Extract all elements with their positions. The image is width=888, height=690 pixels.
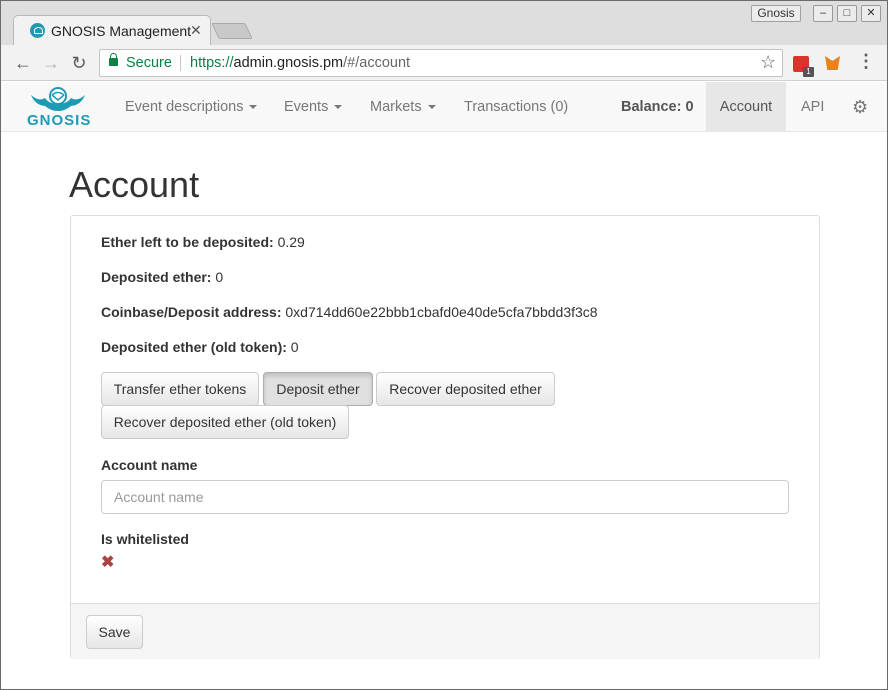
secure-label: Secure xyxy=(126,55,172,71)
url-divider xyxy=(180,55,181,71)
transfer-ether-tokens-button[interactable]: Transfer ether tokens xyxy=(101,372,259,406)
nav-label: Event descriptions xyxy=(125,99,244,115)
is-whitelisted-label: Is whitelisted xyxy=(101,531,189,547)
top-navbar: GNOSIS Event descriptions Events Markets… xyxy=(1,82,887,132)
lock-icon xyxy=(109,53,118,66)
nav-event-descriptions[interactable]: Event descriptions xyxy=(125,82,258,132)
field-label: Deposited ether (old token): xyxy=(101,339,287,355)
account-name-input[interactable] xyxy=(101,480,789,514)
caret-down-icon xyxy=(427,105,436,110)
page-title: Account xyxy=(69,164,200,205)
page-content: GNOSIS Event descriptions Events Markets… xyxy=(1,82,887,689)
tab-title: GNOSIS Management xyxy=(51,23,192,39)
nav-events[interactable]: Events xyxy=(284,82,343,132)
nav-transactions[interactable]: Transactions (0) xyxy=(464,82,568,132)
field-label: Deposited ether: xyxy=(101,269,212,285)
field-value: 0xd714dd60e22bbb1cbafd0e40de5cfa7bbdd3f3… xyxy=(285,304,598,320)
url-path: /#/account xyxy=(343,55,411,71)
address-bar[interactable]: Secure https://admin.gnosis.pm/#/account… xyxy=(99,49,783,77)
ether-left-row: Ether left to be deposited: 0.29 xyxy=(101,234,305,250)
deposited-ether-row: Deposited ether: 0 xyxy=(101,269,223,285)
field-value: 0 xyxy=(215,269,224,285)
deposit-ether-button[interactable]: Deposit ether xyxy=(263,372,373,406)
browser-window: GNOSIS Management ✕ Gnosis – □ ✕ ← → ↻ S… xyxy=(0,0,888,690)
field-value: 0.29 xyxy=(277,234,305,250)
tab-gnosis-management[interactable]: GNOSIS Management ✕ xyxy=(13,15,211,47)
cross-icon: ✖ xyxy=(101,554,115,571)
gear-icon[interactable]: ⚙ xyxy=(852,97,868,118)
nav-label: Transactions (0) xyxy=(464,99,569,115)
gnosis-favicon-icon xyxy=(30,23,45,38)
profile-badge[interactable]: Gnosis xyxy=(751,5,801,22)
caret-down-icon xyxy=(334,105,343,110)
reload-icon[interactable]: ↻ xyxy=(68,52,90,74)
field-label: Coinbase/Deposit address: xyxy=(101,304,282,320)
nav-api[interactable]: API xyxy=(801,82,824,132)
nav-balance: Balance: 0 xyxy=(621,99,694,115)
caret-down-icon xyxy=(249,105,258,110)
gnosis-logo[interactable]: GNOSIS xyxy=(25,86,92,129)
deposited-old-token-row: Deposited ether (old token): 0 xyxy=(101,339,299,355)
nav-label: Markets xyxy=(370,99,422,115)
deposit-address-row: Coinbase/Deposit address: 0xd714dd60e22b… xyxy=(101,304,598,320)
url-protocol: https:// xyxy=(190,55,234,71)
new-tab-button[interactable] xyxy=(211,23,253,39)
nav-label: Events xyxy=(284,99,329,115)
gnosis-logo-icon xyxy=(31,87,85,111)
maximize-button[interactable]: □ xyxy=(837,5,857,22)
url-text[interactable]: https://admin.gnosis.pm/#/account xyxy=(190,55,410,71)
recover-deposited-ether-button[interactable]: Recover deposited ether xyxy=(376,372,555,406)
metamask-fox-icon[interactable] xyxy=(825,56,840,70)
forward-arrow-icon[interactable]: → xyxy=(40,52,62,74)
close-window-button[interactable]: ✕ xyxy=(861,5,881,22)
brand-name: GNOSIS xyxy=(27,112,92,129)
save-button[interactable]: Save xyxy=(86,615,143,649)
menu-icon[interactable]: ⋮ xyxy=(857,51,875,72)
minimize-button[interactable]: – xyxy=(813,5,833,22)
account-name-label: Account name xyxy=(101,457,198,473)
account-panel: Ether left to be deposited: 0.29 Deposit… xyxy=(70,215,820,659)
recover-deposited-ether-old-token-button[interactable]: Recover deposited ether (old token) xyxy=(101,405,349,439)
star-icon[interactable]: ☆ xyxy=(760,52,776,73)
field-value: 0 xyxy=(290,339,299,355)
field-label: Ether left to be deposited: xyxy=(101,234,274,250)
extension-badge: 1 xyxy=(803,67,814,77)
panel-footer: Save xyxy=(71,603,819,659)
nav-markets[interactable]: Markets xyxy=(370,82,436,132)
url-host: admin.gnosis.pm xyxy=(233,55,344,71)
tab-close-icon[interactable]: ✕ xyxy=(190,22,202,39)
back-arrow-icon[interactable]: ← xyxy=(12,52,34,74)
nav-account[interactable]: Account xyxy=(706,82,786,132)
tab-strip: GNOSIS Management ✕ Gnosis – □ ✕ xyxy=(1,1,887,47)
browser-toolbar: ← → ↻ Secure https://admin.gnosis.pm/#/a… xyxy=(1,45,887,81)
